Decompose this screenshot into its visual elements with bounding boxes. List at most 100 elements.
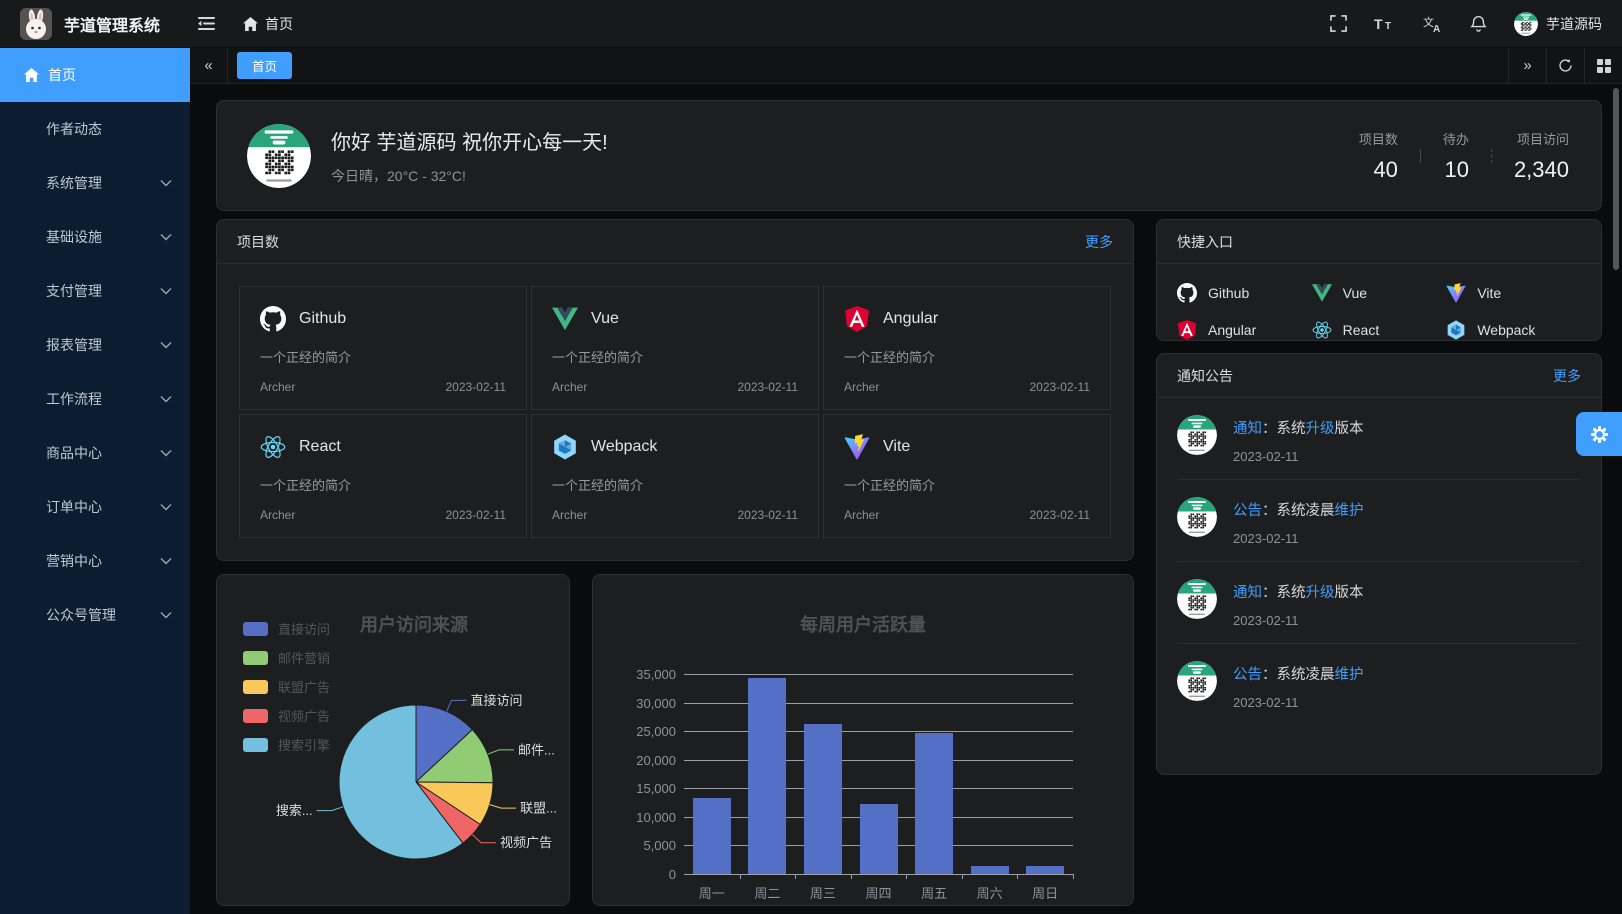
sidebar-item-公众号管理[interactable]: 公众号管理 — [0, 588, 190, 642]
notice-item[interactable]: 通知：系统升级版本2023-02-11 — [1177, 562, 1581, 644]
bar-周二[interactable] — [748, 678, 786, 874]
bar-gridline — [684, 731, 1073, 732]
notice-avatar — [1177, 579, 1217, 619]
notices-card: 通知公告 更多 通知：系统升级版本2023-02-11 公告：系统凌晨维护202… — [1156, 353, 1602, 775]
shortcut-Webpack[interactable]: Webpack — [1446, 320, 1581, 340]
notice-title-part: 维护 — [1335, 667, 1364, 683]
bar-x-tick — [906, 874, 907, 879]
project-name: Github — [299, 310, 346, 328]
project-date: 2023-02-11 — [1030, 508, 1091, 522]
user-name: 芋道源码 — [1546, 14, 1602, 34]
project-card-Angular[interactable]: Angular一个正经的简介Archer2023-02-11 — [823, 286, 1111, 410]
breadcrumb-label: 首页 — [265, 14, 293, 34]
sidebar-item-营销中心[interactable]: 营销中心 — [0, 534, 190, 588]
main-panel: « 首页 » — [190, 48, 1622, 914]
stat-label: 项目数 — [1359, 129, 1398, 148]
bar-y-tick-label: 5,000 — [614, 838, 676, 853]
bar-周三[interactable] — [804, 724, 842, 874]
sidebar-item-系统管理[interactable]: 系统管理 — [0, 156, 190, 210]
sidebar-item-作者动态[interactable]: 作者动态 — [0, 102, 190, 156]
menu-fold-icon[interactable] — [198, 16, 215, 31]
svg-text:T: T — [1385, 21, 1391, 32]
shortcut-Github[interactable]: Github — [1177, 283, 1312, 303]
stat-value: 40 — [1359, 157, 1398, 183]
sidebar-item-label: 作者动态 — [46, 119, 102, 139]
project-date: 2023-02-11 — [738, 380, 799, 394]
tabs-scroll-left-icon[interactable]: « — [190, 48, 228, 84]
bar-x-axis — [684, 874, 1073, 875]
pie-callout-label: 联盟... — [520, 801, 557, 816]
bar-chart-card: 每周用户活跃量 05,00010,00015,00020,00025,00030… — [592, 574, 1134, 906]
grid-menu-icon[interactable] — [1584, 48, 1622, 84]
sidebar-item-订单中心[interactable]: 订单中心 — [0, 480, 190, 534]
sidebar-item-商品中心[interactable]: 商品中心 — [0, 426, 190, 480]
notice-text: 公告：系统凌晨维护2023-02-11 — [1233, 497, 1364, 546]
sidebar-item-首页[interactable]: 首页 — [0, 48, 190, 102]
project-card-Vue[interactable]: Vue一个正经的简介Archer2023-02-11 — [531, 286, 819, 410]
project-author: Archer — [844, 380, 879, 394]
home-icon — [243, 17, 258, 31]
bar-gridline — [684, 674, 1073, 675]
fullscreen-icon[interactable] — [1330, 15, 1347, 32]
refresh-icon[interactable] — [1546, 48, 1584, 84]
chevron-down-icon — [160, 449, 172, 457]
bar-x-tick — [1017, 874, 1018, 879]
notice-title-part: ：系统 — [1262, 421, 1306, 437]
notice-title: 公告：系统凌晨维护 — [1233, 663, 1364, 684]
notice-item[interactable]: 公告：系统凌晨维护2023-02-11 — [1177, 480, 1581, 562]
project-card-Github[interactable]: Github一个正经的简介Archer2023-02-11 — [239, 286, 527, 410]
settings-fab[interactable] — [1576, 412, 1622, 456]
sidebar-item-支付管理[interactable]: 支付管理 — [0, 264, 190, 318]
shortcut-Angular[interactable]: Angular — [1177, 320, 1312, 340]
bell-icon[interactable] — [1470, 15, 1487, 33]
projects-more-link[interactable]: 更多 — [1085, 232, 1113, 252]
font-size-icon[interactable]: TT — [1374, 16, 1396, 32]
project-footer: Archer2023-02-11 — [260, 380, 506, 394]
pie-callout-label: 直接访问 — [471, 693, 523, 708]
notice-date: 2023-02-11 — [1233, 613, 1364, 628]
notice-title-part: 升级 — [1306, 421, 1335, 437]
page-content: 你好 芋道源码 祝你开心每一天! 今日晴，20°C - 32°C! 项目数40待… — [190, 84, 1622, 914]
notices-more-link[interactable]: 更多 — [1553, 366, 1581, 386]
bar-周一[interactable] — [693, 798, 731, 874]
bar-周五[interactable] — [915, 733, 953, 874]
stat-value: 10 — [1443, 157, 1469, 183]
project-card-React[interactable]: React一个正经的简介Archer2023-02-11 — [239, 414, 527, 538]
vite-icon — [1446, 283, 1466, 303]
sidebar-item-label: 订单中心 — [46, 497, 102, 517]
shortcut-Vue[interactable]: Vue — [1312, 283, 1447, 303]
sidebar-item-基础设施[interactable]: 基础设施 — [0, 210, 190, 264]
scrollbar-thumb[interactable] — [1613, 88, 1619, 270]
bar-周日[interactable] — [1026, 866, 1064, 874]
bar-x-label: 周六 — [962, 883, 1018, 902]
sidebar-item-报表管理[interactable]: 报表管理 — [0, 318, 190, 372]
user-menu[interactable]: 芋道源码 — [1514, 12, 1602, 36]
bar-x-tick — [740, 874, 741, 879]
tab-home[interactable]: 首页 — [237, 52, 292, 79]
project-card-Vite[interactable]: Vite一个正经的简介Archer2023-02-11 — [823, 414, 1111, 538]
sidebar-item-工作流程[interactable]: 工作流程 — [0, 372, 190, 426]
bar-周六[interactable] — [971, 866, 1009, 874]
bar-y-tick-label: 20,000 — [614, 753, 676, 768]
notice-date: 2023-02-11 — [1233, 695, 1364, 710]
pie-callout-label: 邮件... — [518, 742, 555, 757]
stat-label: 项目访问 — [1514, 129, 1569, 148]
notice-title-part: ：系统凌晨 — [1262, 667, 1335, 683]
notice-item[interactable]: 通知：系统升级版本2023-02-11 — [1177, 398, 1581, 480]
notice-avatar — [1177, 415, 1217, 455]
angular-icon — [844, 306, 870, 332]
notice-item[interactable]: 公告：系统凌晨维护 2023-02-11 — [1177, 644, 1581, 725]
shortcut-React[interactable]: React — [1312, 320, 1447, 340]
app-logo[interactable] — [20, 8, 52, 40]
navbar-actions: TT 文A 芋道源码 — [1330, 12, 1602, 36]
locale-icon[interactable]: 文A — [1423, 15, 1443, 33]
project-card-head: Github — [260, 306, 506, 332]
webpack-icon — [1446, 320, 1466, 340]
project-card-Webpack[interactable]: Webpack一个正经的简介Archer2023-02-11 — [531, 414, 819, 538]
tabs-scroll-right-icon[interactable]: » — [1508, 48, 1546, 84]
bar-x-label: 周三 — [795, 883, 851, 902]
breadcrumb[interactable]: 首页 — [243, 14, 293, 34]
shortcut-Vite[interactable]: Vite — [1446, 283, 1581, 303]
bar-周四[interactable] — [860, 804, 898, 875]
sidebar-item-label: 营销中心 — [46, 551, 102, 571]
